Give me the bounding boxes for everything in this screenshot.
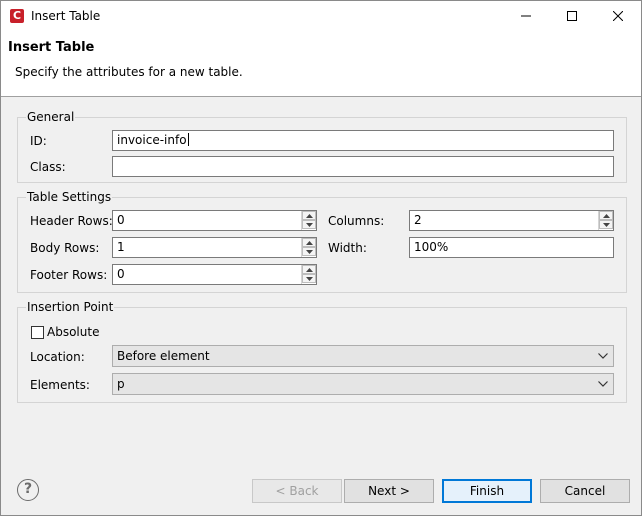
footer-rows-value: 0 — [117, 267, 125, 281]
maximize-button[interactable] — [549, 1, 595, 31]
absolute-checkbox-label[interactable]: Absolute — [47, 324, 99, 340]
location-select-value: Before element — [117, 349, 210, 363]
general-group-label: General — [26, 109, 76, 125]
columns-label: Columns: — [328, 214, 385, 228]
elements-select-value: p — [117, 377, 125, 391]
page-subtitle: Specify the attributes for a new table. — [15, 65, 243, 79]
insertion-point-group-label: Insertion Point — [26, 299, 115, 315]
maximize-icon — [567, 11, 577, 21]
table-settings-group-label: Table Settings — [26, 189, 113, 205]
footer-rows-label: Footer Rows: — [30, 268, 108, 282]
width-input[interactable]: 100% — [409, 237, 614, 258]
arrow-down-icon — [306, 250, 313, 254]
arrow-up-icon — [603, 214, 610, 218]
chevron-down-icon — [598, 353, 608, 359]
footer-rows-spin-buttons — [301, 265, 316, 284]
insertion-point-group: Insertion Point Absolute Location: Befor… — [17, 299, 627, 403]
body-rows-increment[interactable] — [302, 238, 316, 247]
close-icon — [613, 11, 623, 21]
help-icon[interactable]: ? — [17, 479, 39, 501]
columns-decrement[interactable] — [599, 220, 613, 229]
back-button[interactable]: < Back — [252, 479, 342, 503]
window-title: Insert Table — [31, 9, 101, 23]
id-label: ID: — [30, 134, 47, 148]
app-icon: C — [10, 9, 24, 23]
chevron-down-icon — [598, 381, 608, 387]
columns-value: 2 — [414, 213, 422, 227]
page-title: Insert Table — [8, 40, 95, 55]
minimize-button[interactable] — [503, 1, 549, 31]
class-input[interactable] — [112, 156, 614, 177]
elements-label: Elements: — [30, 378, 90, 392]
header-rows-spin-buttons — [301, 211, 316, 230]
arrow-down-icon — [603, 223, 610, 227]
arrow-up-icon — [306, 241, 313, 245]
minimize-icon — [521, 15, 531, 17]
elements-select[interactable]: p — [112, 373, 614, 395]
header-rows-label: Header Rows: — [30, 214, 113, 228]
width-label: Width: — [328, 241, 367, 255]
finish-button[interactable]: Finish — [442, 479, 532, 503]
class-label: Class: — [30, 160, 66, 174]
cancel-button[interactable]: Cancel — [540, 479, 630, 503]
body-rows-decrement[interactable] — [302, 247, 316, 256]
arrow-down-icon — [306, 277, 313, 281]
text-caret — [187, 133, 189, 146]
columns-spin-buttons — [598, 211, 613, 230]
id-input[interactable]: invoice-info — [112, 130, 614, 151]
dialog-header: Insert Table Specify the attributes for … — [1, 31, 641, 97]
title-bar: C Insert Table — [1, 1, 641, 31]
columns-increment[interactable] — [599, 211, 613, 220]
general-group: General ID: invoice-info Class: — [17, 109, 627, 183]
insert-table-dialog: C Insert Table Insert Table Specify the … — [0, 0, 642, 516]
close-button[interactable] — [595, 1, 641, 31]
arrow-up-icon — [306, 268, 313, 272]
next-button[interactable]: Next > — [344, 479, 434, 503]
arrow-down-icon — [306, 223, 313, 227]
footer-rows-decrement[interactable] — [302, 274, 316, 283]
body-rows-value: 1 — [117, 240, 125, 254]
header-rows-decrement[interactable] — [302, 220, 316, 229]
location-select[interactable]: Before element — [112, 345, 614, 367]
header-rows-spinner[interactable]: 0 — [112, 210, 317, 231]
body-rows-spin-buttons — [301, 238, 316, 257]
columns-spinner[interactable]: 2 — [409, 210, 614, 231]
id-input-value: invoice-info — [117, 133, 187, 147]
footer-rows-spinner[interactable]: 0 — [112, 264, 317, 285]
body-rows-label: Body Rows: — [30, 241, 100, 255]
absolute-checkbox[interactable] — [31, 326, 44, 339]
table-settings-group: Table Settings Header Rows: 0 Body Rows:… — [17, 189, 627, 293]
footer-rows-increment[interactable] — [302, 265, 316, 274]
body-rows-spinner[interactable]: 1 — [112, 237, 317, 258]
header-rows-value: 0 — [117, 213, 125, 227]
location-label: Location: — [30, 350, 85, 364]
arrow-up-icon — [306, 214, 313, 218]
header-rows-increment[interactable] — [302, 211, 316, 220]
